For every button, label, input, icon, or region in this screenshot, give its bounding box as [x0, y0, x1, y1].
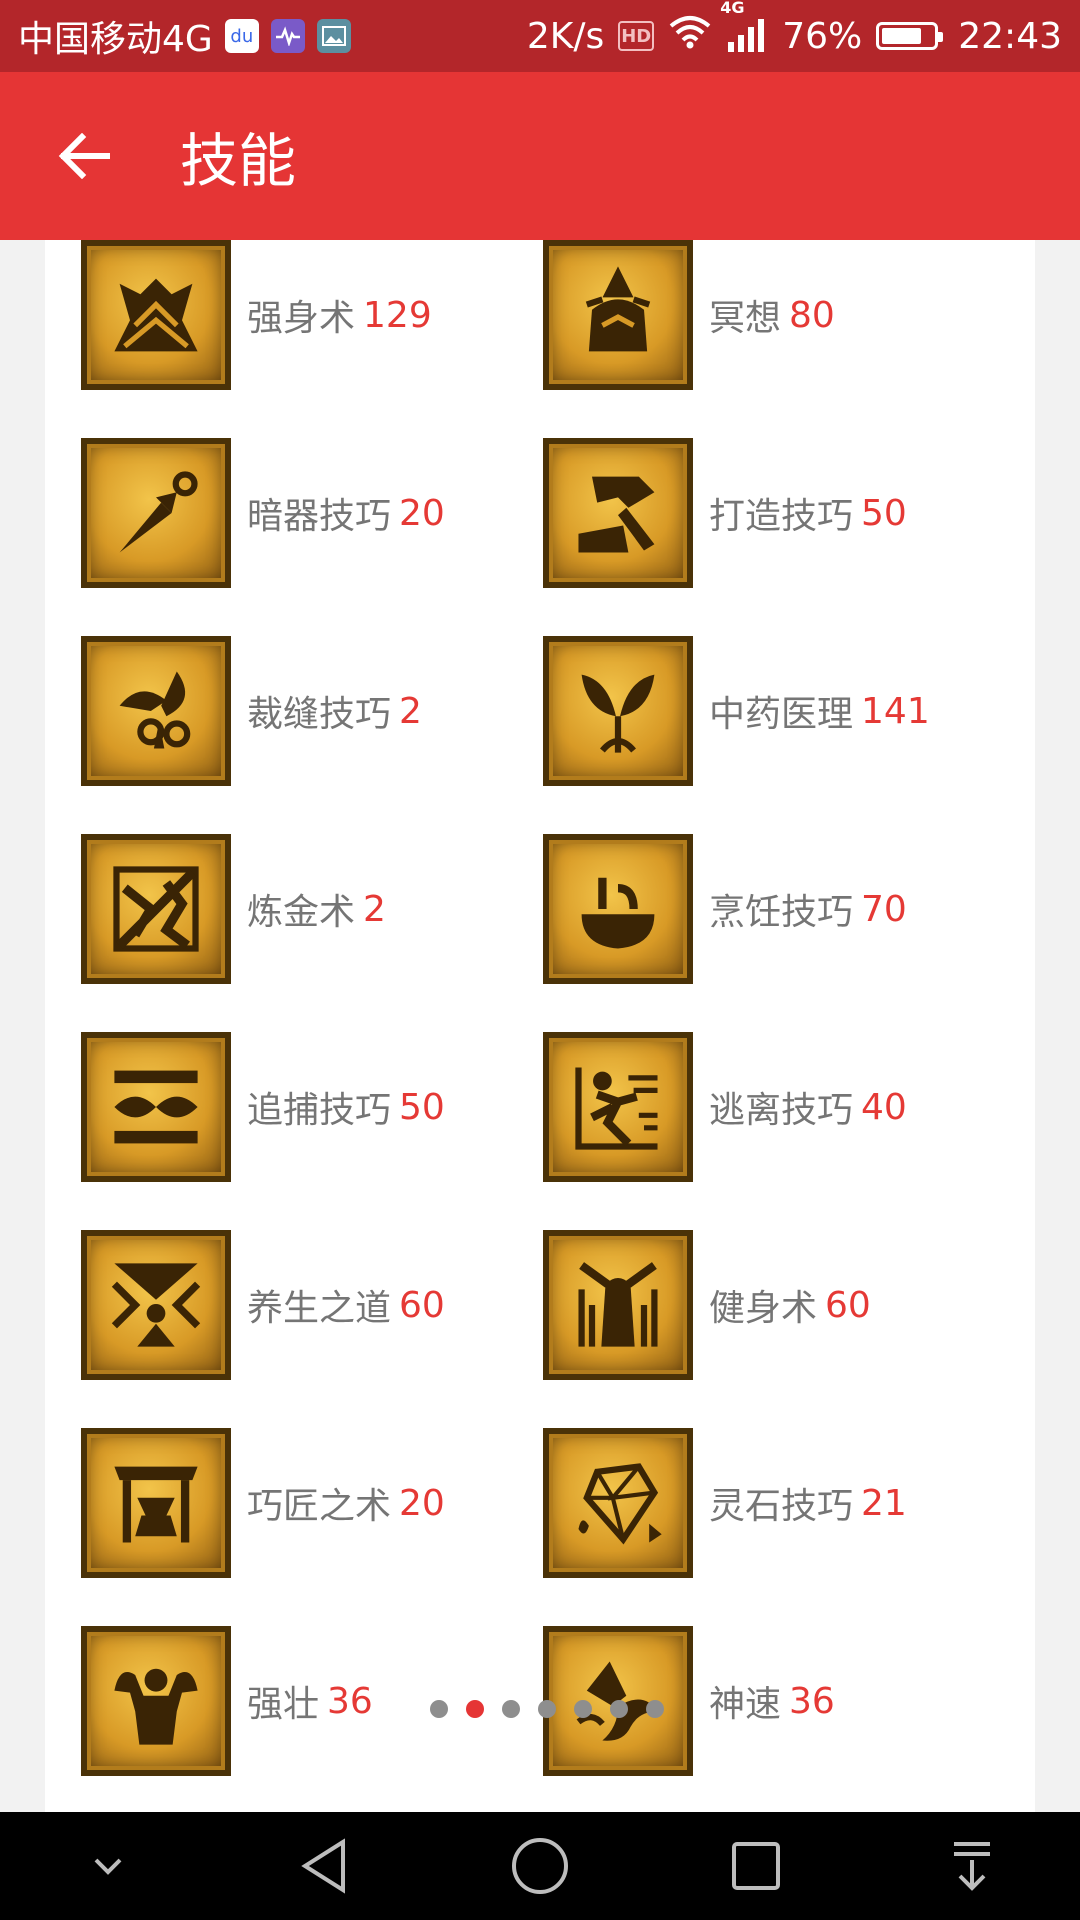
skill-name: 巧匠之术 — [247, 1486, 392, 1527]
wifi-icon — [668, 15, 712, 58]
page-title: 技能 — [180, 127, 297, 195]
skill-name: 暗器技巧 — [247, 496, 392, 537]
skill-name: 炼金术 — [247, 892, 356, 933]
pull-down-icon — [954, 1842, 990, 1891]
page-dot[interactable] — [538, 1700, 556, 1718]
skill-level: 50 — [399, 1086, 445, 1128]
page-dot[interactable] — [502, 1700, 520, 1718]
app-bar: 技能 — [0, 72, 1080, 240]
skill-grid: 强身术 129 冥想 80 暗器技巧 20 打造技巧 50 裁缝技巧 2 中药医 — [45, 240, 1035, 1812]
back-nav-button[interactable] — [279, 1821, 369, 1911]
skill-item[interactable]: 巧匠之术 20 — [81, 1428, 445, 1578]
craftsman-anvil-icon — [81, 1428, 231, 1578]
skill-level: 70 — [861, 888, 907, 930]
skill-level: 20 — [399, 1482, 445, 1524]
skill-item[interactable]: 冥想 80 — [543, 240, 835, 390]
skill-level: 2 — [363, 888, 386, 930]
skill-level: 50 — [861, 492, 907, 534]
status-bar: 中国移动4G du 2K/s HD 4G 76% 22:43 — [0, 0, 1080, 72]
skill-name: 养生之道 — [247, 1288, 392, 1329]
skill-level: 141 — [861, 690, 930, 732]
skill-item[interactable]: 裁缝技巧 2 — [81, 636, 422, 786]
skill-name: 追捕技巧 — [247, 1090, 392, 1131]
skill-name: 烹饪技巧 — [709, 892, 854, 933]
baidu-app-icon: du — [224, 19, 259, 53]
spirit-stone-gem-icon — [543, 1428, 693, 1578]
skill-level: 36 — [327, 1680, 373, 1722]
skill-item[interactable]: 养生之道 60 — [81, 1230, 445, 1380]
skill-item[interactable]: 炼金术 2 — [81, 834, 386, 984]
skill-name: 打造技巧 — [709, 496, 854, 537]
skill-name: 强壮 — [247, 1684, 320, 1725]
health-cultivation-icon — [81, 1230, 231, 1380]
cell-signal-icon: 4G — [720, 0, 768, 54]
battery-icon — [876, 22, 944, 50]
page-indicator — [430, 1700, 664, 1718]
back-button[interactable] — [34, 106, 134, 206]
skill-level: 20 — [399, 492, 445, 534]
clock: 22:43 — [958, 15, 1062, 57]
skill-item[interactable]: 打造技巧 50 — [543, 438, 907, 588]
skill-name: 中药医理 — [709, 694, 854, 735]
forging-skill-icon — [543, 438, 693, 588]
circle-home-icon — [512, 1838, 568, 1894]
page-dot[interactable] — [430, 1700, 448, 1718]
skill-name: 裁缝技巧 — [247, 694, 392, 735]
skill-item[interactable]: 强壮 36 — [81, 1626, 373, 1776]
fitness-skill-icon — [543, 1230, 693, 1380]
notification-pulldown-button[interactable] — [927, 1821, 1017, 1911]
strongman-flex-icon — [81, 1626, 231, 1776]
triangle-back-icon — [301, 1838, 345, 1894]
page-dot[interactable] — [610, 1700, 628, 1718]
skill-level: 36 — [789, 1680, 835, 1722]
recents-nav-button[interactable] — [711, 1821, 801, 1911]
skill-name: 冥想 — [709, 298, 782, 339]
skill-name: 神速 — [709, 1684, 782, 1725]
skill-level: 80 — [789, 294, 835, 336]
skill-name: 强身术 — [247, 298, 356, 339]
hide-nav-button[interactable] — [63, 1821, 153, 1911]
skill-item[interactable]: 健身术 60 — [543, 1230, 871, 1380]
skill-item[interactable]: 追捕技巧 50 — [81, 1032, 445, 1182]
herbal-medicine-icon — [543, 636, 693, 786]
system-nav-bar — [0, 1812, 1080, 1920]
skill-level: 2 — [399, 690, 422, 732]
meditation-skill-icon — [543, 240, 693, 390]
chevron-down-icon — [94, 1858, 122, 1875]
square-recents-icon — [732, 1842, 780, 1890]
skill-item[interactable]: 暗器技巧 20 — [81, 438, 445, 588]
skill-name: 逃离技巧 — [709, 1090, 854, 1131]
skill-level: 129 — [363, 294, 432, 336]
gallery-app-icon — [316, 19, 351, 53]
page-dot[interactable] — [646, 1700, 664, 1718]
skill-level: 60 — [825, 1284, 871, 1326]
skill-item[interactable]: 强身术 129 — [81, 240, 432, 390]
cooking-pot-icon — [543, 834, 693, 984]
home-nav-button[interactable] — [495, 1821, 585, 1911]
page-dot[interactable] — [574, 1700, 592, 1718]
strength-skill-icon — [81, 240, 231, 390]
carrier-label: 中国移动4G — [18, 19, 213, 60]
alchemy-skill-icon — [81, 834, 231, 984]
escape-running-icon — [543, 1032, 693, 1182]
hidden-weapon-skill-icon — [81, 438, 231, 588]
skill-item[interactable]: 中药医理 141 — [543, 636, 930, 786]
pursuit-skill-icon — [81, 1032, 231, 1182]
skill-item[interactable]: 烹饪技巧 70 — [543, 834, 907, 984]
battery-percent: 76% — [782, 15, 863, 57]
skill-name: 灵石技巧 — [709, 1486, 854, 1527]
back-arrow-icon — [58, 133, 110, 179]
network-speed: 2K/s — [526, 15, 605, 57]
page-dot-active[interactable] — [466, 1700, 484, 1718]
skill-level: 21 — [861, 1482, 907, 1524]
skill-item[interactable]: 灵石技巧 21 — [543, 1428, 907, 1578]
skill-name: 健身术 — [709, 1288, 818, 1329]
skill-item[interactable]: 逃离技巧 40 — [543, 1032, 907, 1182]
skill-level: 60 — [399, 1284, 445, 1326]
hd-badge: HD — [618, 21, 655, 51]
skill-level: 40 — [861, 1086, 907, 1128]
tailoring-scissors-icon — [81, 636, 231, 786]
signal-type: 4G — [720, 0, 745, 17]
health-app-icon — [270, 19, 305, 53]
